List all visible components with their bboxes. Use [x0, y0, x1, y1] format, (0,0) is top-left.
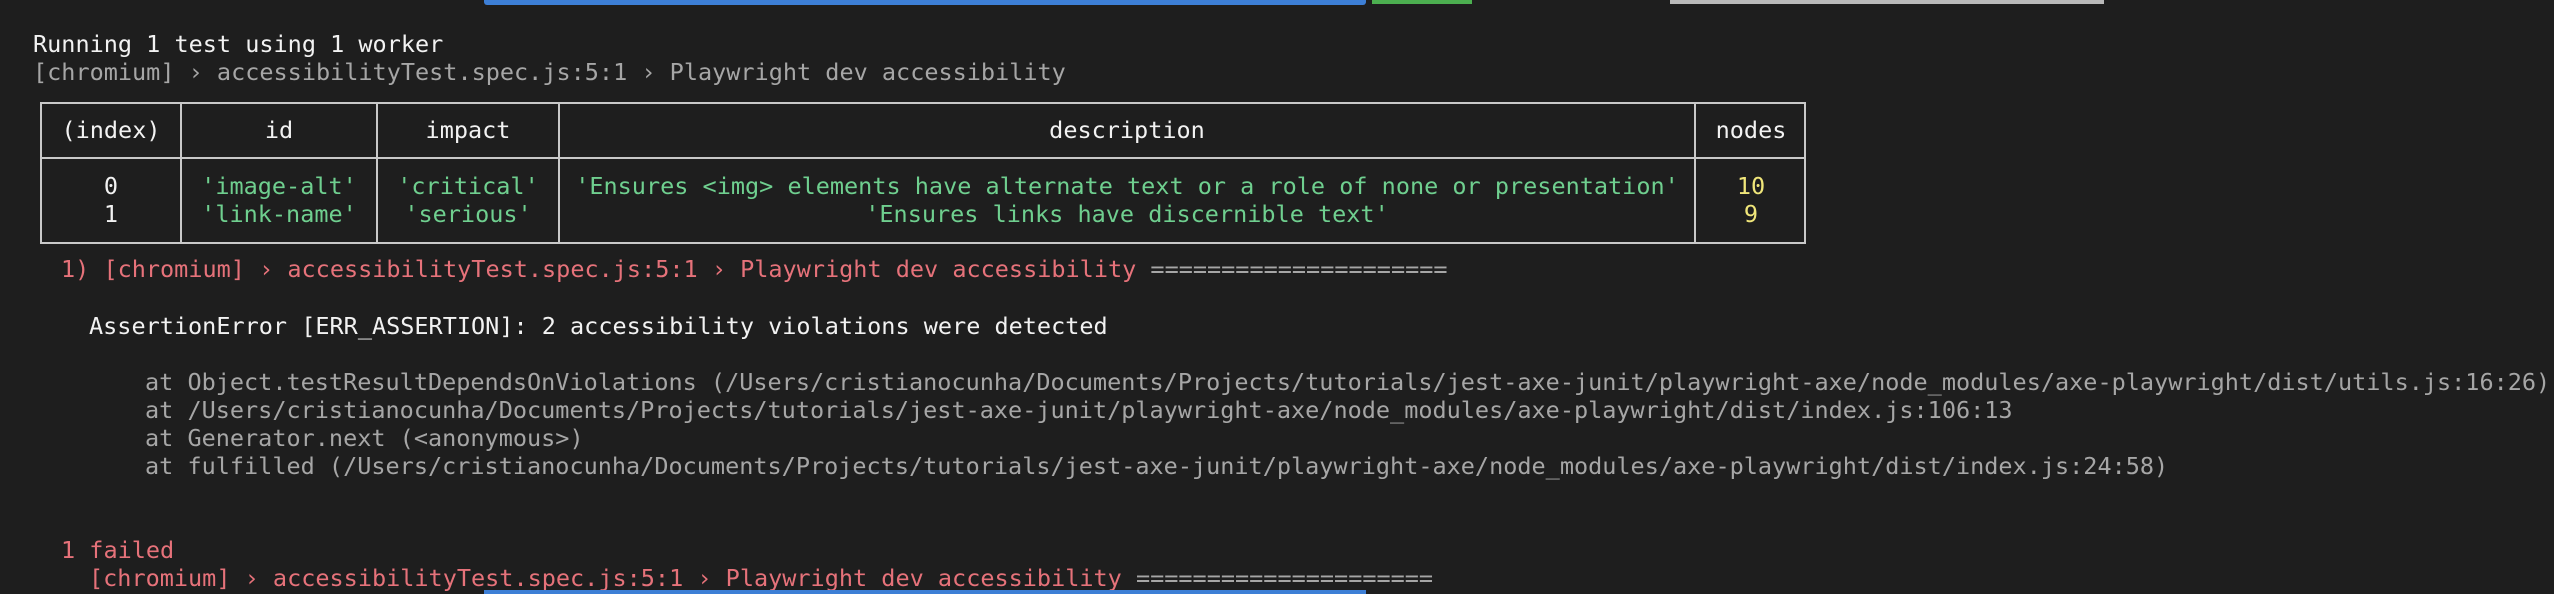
table-cell-index: 1 — [103, 200, 119, 228]
table-header-nodes: nodes — [1715, 116, 1787, 144]
table-cell-index: 0 — [103, 172, 119, 200]
top-scroll-indicator — [484, 0, 1366, 5]
summary-failed: 1 failed — [61, 536, 175, 564]
table-cell-nodes: 9 — [1743, 200, 1759, 228]
failure-title-line: 1) [chromium] › accessibilityTest.spec.j… — [61, 255, 1448, 283]
violations-table: (index) id impact description nodes 0 'i… — [40, 102, 1806, 244]
terminal-window: Running 1 test using 1 worker [chromium]… — [0, 0, 2554, 594]
summary-test: [chromium] › accessibilityTest.spec.js:5… — [89, 564, 1136, 592]
error-message: AssertionError [ERR_ASSERTION]: 2 access… — [89, 312, 1108, 340]
table-cell-description: 'Ensures <img> elements have alternate t… — [575, 172, 1679, 200]
stack-frame: at fulfilled (/Users/cristianocunha/Docu… — [145, 452, 2169, 480]
bottom-scroll-indicator — [484, 590, 1366, 594]
table-header-separator — [42, 157, 1804, 159]
table-cell-impact: 'critical' — [397, 172, 539, 200]
table-cell-impact: 'serious' — [404, 200, 532, 228]
table-cell-nodes: 10 — [1736, 172, 1766, 200]
table-header-index: (index) — [61, 116, 161, 144]
summary-rule: ===================== — [1135, 564, 1434, 592]
table-header-id: id — [264, 116, 294, 144]
table-cell-id: 'image-alt' — [201, 172, 357, 200]
stack-frame: at Generator.next (<anonymous>) — [145, 424, 584, 452]
table-header-impact: impact — [425, 116, 511, 144]
run-header: Running 1 test using 1 worker — [33, 30, 444, 58]
summary-test-line: [chromium] › accessibilityTest.spec.js:5… — [89, 564, 1433, 592]
failure-rule: ===================== — [1150, 255, 1448, 283]
top-text-fragment — [1670, 0, 2104, 4]
stack-frame: at Object.testResultDependsOnViolations … — [145, 368, 2551, 396]
table-cell-description: 'Ensures links have discernible text' — [865, 200, 1389, 228]
top-text-fragment — [1372, 0, 1472, 4]
test-line: [chromium] › accessibilityTest.spec.js:5… — [33, 58, 1066, 86]
failure-title: 1) [chromium] › accessibilityTest.spec.j… — [61, 255, 1151, 283]
table-cell-id: 'link-name' — [201, 200, 357, 228]
stack-frame: at /Users/cristianocunha/Documents/Proje… — [145, 396, 2013, 424]
table-header-description: description — [1049, 116, 1205, 144]
